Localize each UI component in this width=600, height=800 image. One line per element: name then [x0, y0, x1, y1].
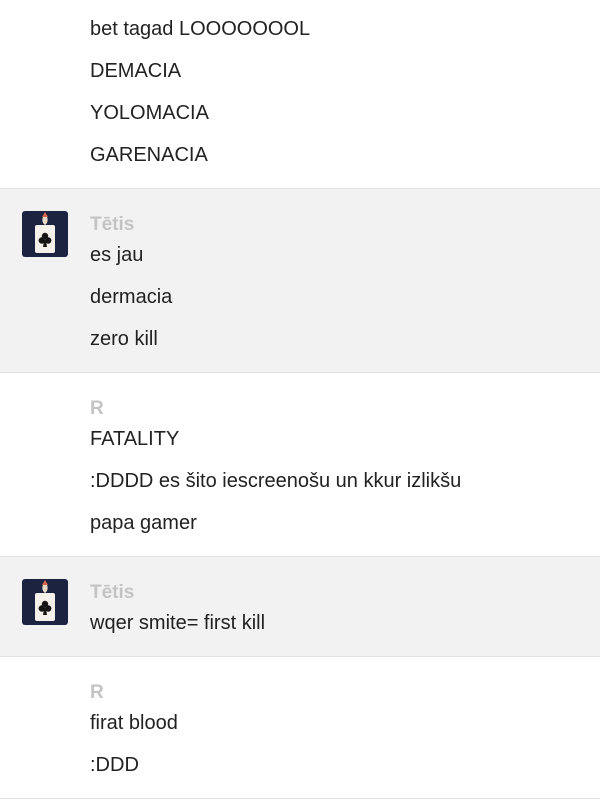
- sender-name: Tētis: [90, 214, 135, 235]
- message-text: :DDDD es šito iescreenošu un kkur izlikš…: [90, 470, 462, 492]
- message-divider: [0, 798, 600, 799]
- sender-name: R: [90, 398, 104, 419]
- sender-name: Tētis: [90, 582, 135, 603]
- message-text: bet tagad LOOOOOOOL: [90, 18, 311, 40]
- message-text: FATALITY: [90, 428, 180, 450]
- message-text: DEMACIA: [90, 60, 182, 82]
- message-text: zero kill: [90, 328, 158, 350]
- message-text: papa gamer: [90, 512, 197, 534]
- message-text: :DDD: [90, 754, 139, 776]
- message-group-tetis: Tētis wqer smite= first kill: [0, 557, 600, 656]
- message-text: GARENACIA: [90, 144, 208, 166]
- message-group-r: R FATALITY :DDDD es šito iescreenošu un …: [0, 373, 600, 556]
- message-text: dermacia: [90, 286, 173, 308]
- message-text: wqer smite= first kill: [90, 612, 266, 634]
- message-text: es jau: [90, 244, 144, 266]
- message-text: YOLOMACIA: [90, 102, 209, 124]
- playing-card-avatar-icon[interactable]: [22, 579, 68, 625]
- sender-name: R: [90, 682, 104, 703]
- message-group-tetis: Tētis es jau dermacia zero kill: [0, 189, 600, 372]
- message-group-continued: bet tagad LOOOOOOOL DEMACIA YOLOMACIA GA…: [0, 0, 600, 188]
- message-group-r: R firat blood :DDD: [0, 657, 600, 800]
- playing-card-avatar-icon[interactable]: [22, 211, 68, 257]
- chat-transcript: bet tagad LOOOOOOOL DEMACIA YOLOMACIA GA…: [0, 0, 600, 800]
- message-text: firat blood: [90, 712, 178, 734]
